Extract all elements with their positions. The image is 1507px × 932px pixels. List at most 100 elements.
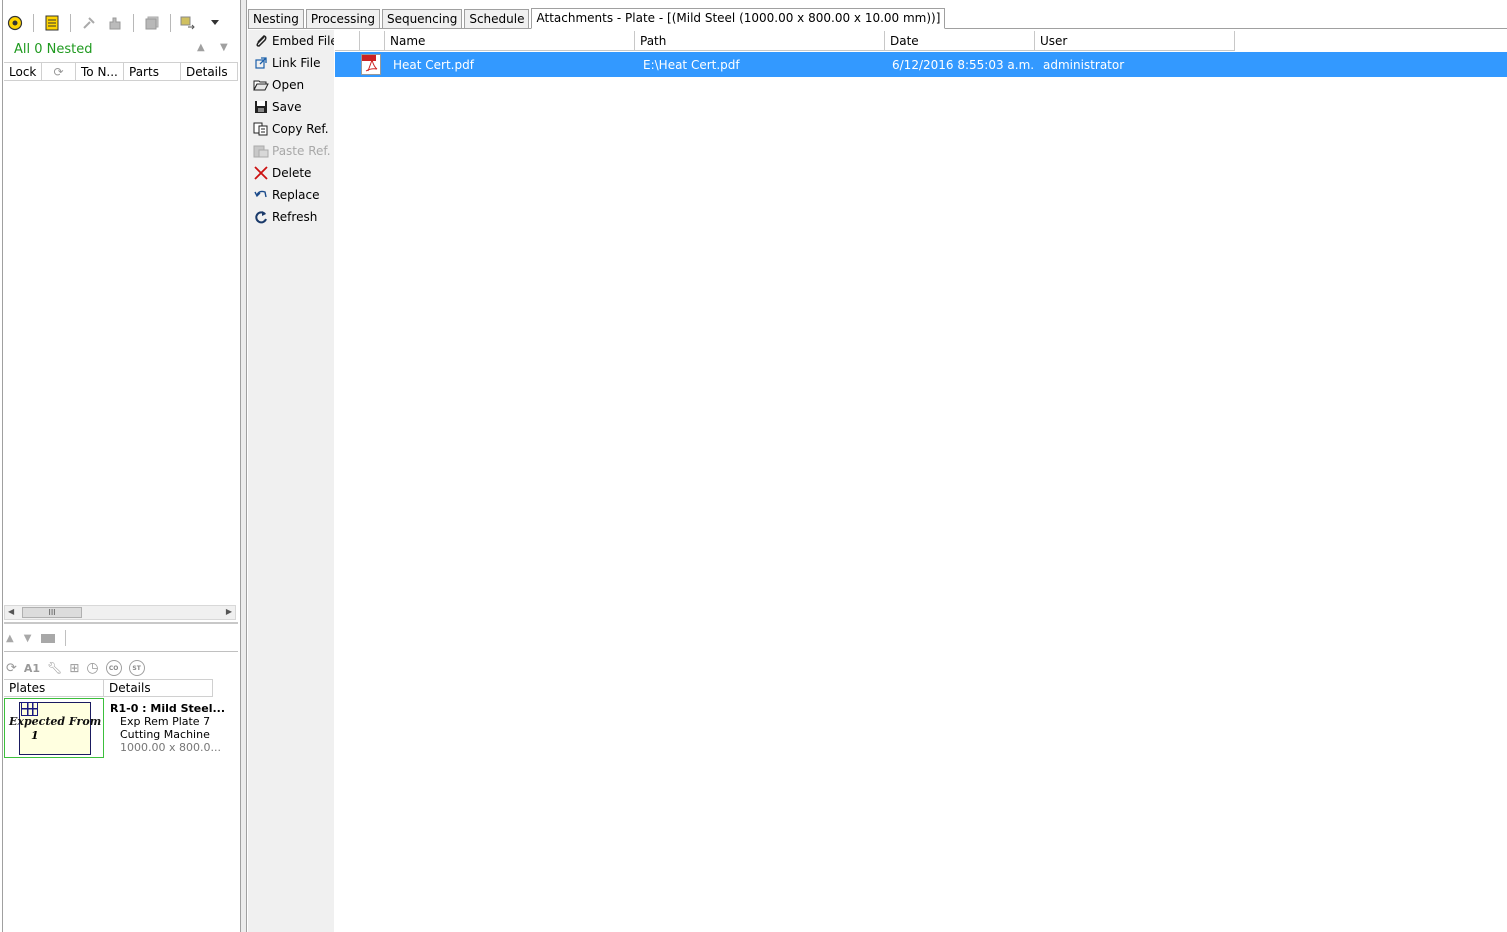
- save-label: Save: [272, 100, 302, 114]
- plate-expected-count: 1: [31, 729, 39, 742]
- column-header-date[interactable]: Date: [885, 31, 1035, 51]
- delete-label: Delete: [272, 166, 312, 180]
- embed-file-label: Embed File: [272, 34, 338, 48]
- st-icon-label: ST: [132, 664, 141, 672]
- st-icon[interactable]: ST: [128, 660, 145, 676]
- column-header-details[interactable]: Details: [104, 680, 213, 696]
- transfer-icon[interactable]: [178, 12, 200, 34]
- hand-icon[interactable]: [104, 12, 126, 34]
- move-up-icon[interactable]: ▲: [6, 633, 14, 644]
- link-icon: [253, 55, 269, 71]
- column-header-name[interactable]: Name: [385, 31, 635, 51]
- hierarchy-icon[interactable]: ⊞: [69, 661, 79, 675]
- attachment-row[interactable]: Heat Cert.pdf E:\Heat Cert.pdf 6/12/2016…: [335, 52, 1507, 77]
- tab-nesting[interactable]: Nesting: [248, 9, 304, 28]
- refresh-button[interactable]: Refresh: [253, 207, 317, 227]
- open-button[interactable]: Open: [253, 75, 304, 95]
- toolbar-separator: [133, 14, 134, 32]
- main-splitter[interactable]: [241, 0, 247, 932]
- move-down-icon[interactable]: ▼: [24, 633, 32, 644]
- refresh-label: Refresh: [272, 210, 318, 224]
- column-header-details[interactable]: Details: [181, 63, 238, 80]
- plate-title: R1-0 : Mild Steel...: [110, 702, 226, 715]
- left-border: [2, 0, 3, 932]
- tab-processing[interactable]: Processing: [305, 9, 380, 28]
- scroll-thumb[interactable]: III: [22, 607, 82, 618]
- clock-icon[interactable]: ◷: [86, 660, 98, 676]
- toolbar-separator: [65, 630, 67, 646]
- refresh-icon: [253, 209, 269, 225]
- folder-open-icon: [253, 77, 269, 93]
- plates-grid-header: Plates Details: [4, 679, 213, 697]
- refresh-icon: ⟳: [53, 65, 64, 79]
- layers-icon[interactable]: [141, 12, 163, 34]
- plate-expected-label: Expected From: [9, 715, 102, 728]
- toolbar-separator: [70, 14, 71, 32]
- plate-thumbnail[interactable]: Expected From 1: [4, 698, 104, 758]
- tab-sequencing[interactable]: Sequencing: [381, 9, 463, 28]
- co-icon-label: CO: [108, 664, 119, 672]
- column-header-type[interactable]: [360, 31, 385, 51]
- plate-row[interactable]: Expected From 1 R1-0 : Mild Steel... Exp…: [4, 698, 238, 760]
- left-panel: All 0 Nested ▲ ▼ Lock ⟳ To N... Parts De…: [0, 0, 241, 932]
- attachment-user: administrator: [1043, 58, 1125, 72]
- copy-ref-button[interactable]: Copy Ref.: [253, 119, 329, 139]
- attachment-name: Heat Cert.pdf: [393, 58, 474, 72]
- refresh-icon[interactable]: ⟳: [6, 661, 17, 676]
- link-file-button[interactable]: Link File: [253, 53, 320, 73]
- column-header-user[interactable]: User: [1035, 31, 1235, 51]
- move-up-icon[interactable]: ▲: [197, 42, 205, 53]
- nested-count-label[interactable]: All 0 Nested: [14, 42, 93, 57]
- plates-toolbar: ▲ ▼: [6, 628, 238, 648]
- delete-icon: [253, 165, 269, 181]
- panel-splitter[interactable]: [4, 622, 238, 624]
- delete-button[interactable]: Delete: [253, 163, 311, 183]
- pdf-file-icon: [361, 54, 381, 75]
- horizontal-scrollbar[interactable]: ◀ III ▶: [4, 605, 236, 620]
- scroll-left-icon[interactable]: ◀: [8, 607, 14, 616]
- replace-button[interactable]: Replace: [253, 185, 319, 205]
- column-header-refresh[interactable]: ⟳: [42, 63, 76, 80]
- chevron-down-icon[interactable]: [204, 12, 226, 34]
- co-icon[interactable]: CO: [105, 660, 122, 676]
- replace-icon: [253, 187, 269, 203]
- wrench-icon[interactable]: 🔧︎: [47, 661, 62, 675]
- plate-actions-toolbar: ⟳ A1 🔧︎ ⊞ ◷ CO ST: [6, 659, 145, 677]
- open-label: Open: [272, 78, 305, 92]
- paste-ref-button[interactable]: Paste Ref.: [253, 141, 331, 161]
- attachment-path: E:\Heat Cert.pdf: [643, 58, 740, 72]
- toolbar-separator: [33, 14, 34, 32]
- toolbar-separator: [170, 14, 171, 32]
- attachments-command-bar: Embed File Link File Open Save Copy Ref.: [248, 30, 338, 932]
- scroll-right-icon[interactable]: ▶: [226, 607, 232, 616]
- column-header-lock[interactable]: Lock: [4, 63, 42, 80]
- sheet-icon[interactable]: [41, 12, 63, 34]
- embed-file-button[interactable]: Embed File: [253, 31, 338, 51]
- replace-label: Replace: [272, 188, 320, 202]
- save-button[interactable]: Save: [253, 97, 301, 117]
- grid-icon: [21, 702, 38, 716]
- paste-ref-label: Paste Ref.: [272, 144, 331, 158]
- save-icon: [253, 99, 269, 115]
- tools-icon[interactable]: [78, 12, 100, 34]
- nest-grid-header: Lock ⟳ To N... Parts Details: [4, 62, 238, 81]
- target-icon[interactable]: [4, 12, 26, 34]
- plate-remnant: Exp Rem Plate 7: [120, 715, 211, 728]
- column-header-icon[interactable]: [335, 31, 360, 51]
- plate-icon[interactable]: [41, 633, 56, 643]
- attachments-list: Name Path Date User Heat Cert.pdf E:\Hea…: [334, 30, 1507, 932]
- column-header-path[interactable]: Path: [635, 31, 885, 51]
- paperclip-icon: [253, 33, 269, 49]
- label-a1-icon[interactable]: A1: [24, 662, 40, 675]
- tab-schedule[interactable]: Schedule: [464, 9, 530, 28]
- tab-bar: Nesting Processing Sequencing Schedule A…: [248, 8, 1507, 29]
- plate-size: 1000.00 x 800.0...: [120, 741, 221, 754]
- plate-machine: Cutting Machine: [120, 728, 210, 741]
- column-header-parts[interactable]: Parts: [124, 63, 181, 80]
- tab-attachments[interactable]: Attachments - Plate - [(Mild Steel (1000…: [531, 8, 946, 29]
- paste-icon: [253, 143, 269, 159]
- column-header-to-nest[interactable]: To N...: [76, 63, 124, 80]
- link-file-label: Link File: [272, 56, 321, 70]
- move-down-icon[interactable]: ▼: [220, 42, 228, 53]
- column-header-plates[interactable]: Plates: [4, 680, 104, 696]
